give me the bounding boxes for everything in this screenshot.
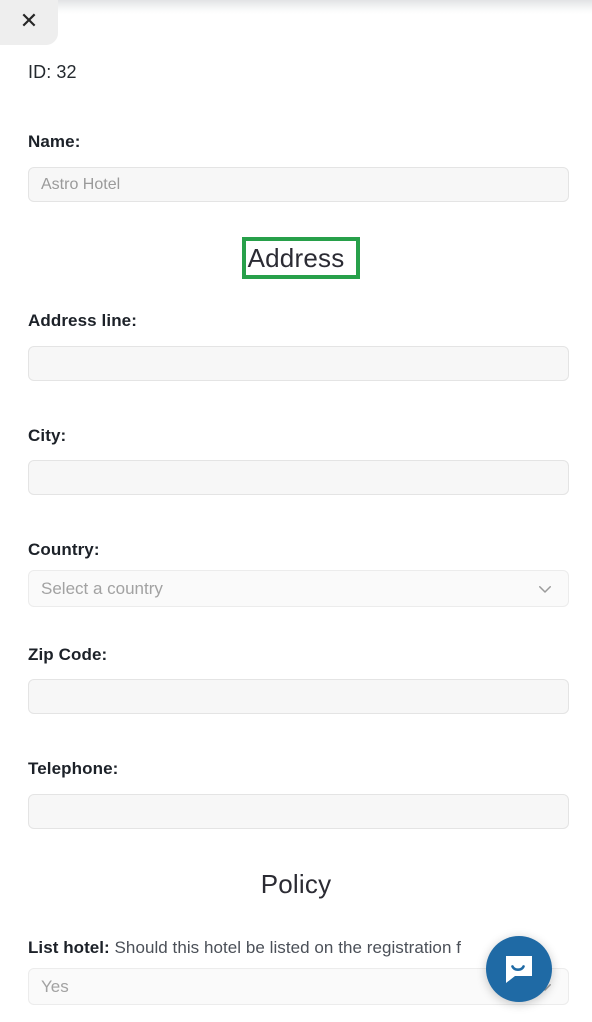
chat-bubble-icon [502, 952, 536, 986]
hotel-edit-form: ✕ ID: 32 Name: Astro Hotel Address Addre… [0, 0, 592, 1022]
top-edge-shadow [0, 0, 592, 14]
city-label: City: [28, 426, 67, 445]
intercom-launcher-button[interactable] [486, 936, 552, 1002]
policy-section-heading: Policy [260, 869, 332, 899]
telephone-label: Telephone: [28, 759, 119, 778]
list-hotel-question: Should this hotel be listed on the regis… [114, 938, 461, 957]
country-select-value: Select a country [41, 578, 163, 598]
record-id: ID: 32 [28, 62, 77, 82]
city-input[interactable] [28, 460, 569, 495]
list-hotel-description: List hotel: Should this hotel be listed … [28, 938, 461, 958]
zip-code-label: Zip Code: [28, 645, 108, 664]
country-label: Country: [28, 540, 100, 559]
address-line-label: Address line: [28, 311, 137, 330]
zip-code-input[interactable] [28, 679, 569, 714]
list-hotel-label: List hotel: [28, 938, 110, 957]
telephone-input[interactable] [28, 794, 569, 829]
name-label: Name: [28, 132, 81, 151]
close-icon: ✕ [19, 9, 39, 34]
address-section-heading: Address [247, 243, 345, 273]
country-select[interactable]: Select a country [28, 570, 569, 607]
name-input[interactable]: Astro Hotel [28, 167, 569, 202]
list-hotel-select-value: Yes [41, 976, 69, 996]
address-line-input[interactable] [28, 346, 569, 381]
chevron-down-icon [536, 580, 554, 598]
close-button[interactable]: ✕ [0, 0, 58, 45]
